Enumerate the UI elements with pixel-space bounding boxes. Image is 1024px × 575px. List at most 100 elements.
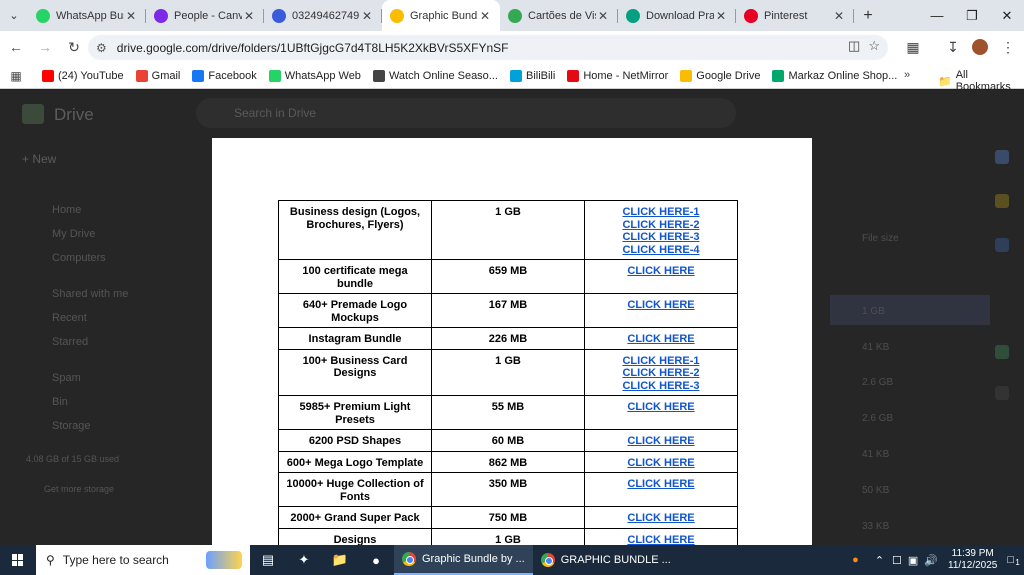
chevron-up-icon[interactable]: ⌃ [875, 554, 884, 567]
url-text[interactable]: drive.google.com/drive/folders/1UBftGjgc… [117, 41, 509, 55]
close-tab-icon[interactable]: ✕ [832, 9, 846, 23]
weather-icon[interactable]: ● [852, 554, 859, 566]
get-storage-button[interactable]: Get more storage [44, 484, 114, 494]
bundle-links: CLICK HERE [584, 527, 738, 546]
tasks-icon[interactable] [995, 238, 1009, 252]
download-link[interactable]: CLICK HERE-2 [589, 219, 733, 232]
back-icon[interactable]: ← [3, 34, 29, 60]
new-tab-button[interactable]: + [854, 0, 882, 31]
nav-home[interactable]: Home [52, 204, 81, 216]
tab[interactable]: Pinterest ✕ [736, 0, 854, 31]
notifications-icon[interactable]: □ 1 [1007, 554, 1019, 567]
bookmark-item[interactable]: Facebook [192, 69, 257, 82]
downloads-icon[interactable]: ↧ [940, 34, 966, 60]
meet-now-icon[interactable]: ☐ [892, 554, 902, 567]
clock[interactable]: 11:39 PM 11/12/2025 [948, 548, 997, 572]
tab[interactable]: 03249462749 - I✕ [264, 0, 382, 31]
reload-icon[interactable]: ↻ [61, 34, 87, 60]
close-window-button[interactable]: ✕ [990, 0, 1024, 31]
download-link[interactable]: CLICK HERE-4 [589, 244, 733, 257]
tab[interactable]: WhatsApp Busin✕ [28, 0, 146, 31]
download-link[interactable]: CLICK HERE [589, 299, 733, 312]
file-size: 50 KB [862, 485, 890, 496]
meet-icon[interactable] [995, 345, 1009, 359]
tab-search-icon[interactable]: ⌄ [0, 0, 28, 31]
task-view-icon[interactable]: ▤ [250, 545, 286, 575]
bookmark-item[interactable]: Gmail [135, 69, 180, 82]
bookmark-item[interactable]: Watch Online Seaso... [372, 69, 498, 82]
download-link[interactable]: CLICK HERE [589, 457, 733, 470]
nav-bin[interactable]: Bin [52, 396, 68, 408]
table-row: 600+ Mega Logo Template 862 MB CLICK HERE [278, 450, 738, 473]
download-link[interactable]: CLICK HERE [589, 478, 733, 491]
start-button[interactable] [0, 545, 36, 575]
nav-my-drive[interactable]: My Drive [52, 228, 95, 240]
download-link[interactable]: CLICK HERE-1 [589, 355, 733, 368]
bundle-size: 1 GB [431, 348, 585, 396]
address-bar[interactable]: ⚙ drive.google.com/drive/folders/1UBftGj… [88, 35, 888, 60]
forward-icon[interactable]: → [32, 34, 58, 60]
profile-avatar[interactable] [967, 34, 993, 60]
bundle-name: 640+ Premade Logo Mockups [278, 293, 432, 328]
menu-icon[interactable]: ⋮ [995, 34, 1021, 60]
download-link[interactable]: CLICK HERE [589, 512, 733, 525]
taskbar-app[interactable]: GRAPHIC BUNDLE ... [533, 545, 679, 575]
nav-starred[interactable]: Starred [52, 336, 88, 348]
firefox-icon[interactable]: ● [358, 545, 394, 575]
nav-spam[interactable]: Spam [52, 372, 81, 384]
close-tab-icon[interactable]: ✕ [714, 9, 728, 23]
drive-search-input[interactable]: Search in Drive [196, 98, 736, 128]
nav-computers[interactable]: Computers [52, 252, 106, 264]
calendar-icon[interactable] [995, 150, 1009, 164]
keep-icon[interactable] [995, 194, 1009, 208]
nav-shared[interactable]: Shared with me [52, 288, 128, 300]
taskbar-app[interactable]: Graphic Bundle by ... [394, 545, 533, 575]
bookmark-icon [268, 69, 281, 82]
volume-icon[interactable]: 🔊 [924, 554, 938, 567]
nav-storage[interactable]: Storage [52, 420, 91, 432]
bookmark-item[interactable]: BiliBili [509, 69, 555, 82]
extensions-icon[interactable]: ▦ [900, 34, 926, 60]
site-info-icon[interactable]: ⚙ [96, 41, 107, 55]
download-link[interactable]: CLICK HERE [589, 401, 733, 414]
add-app-icon[interactable] [995, 386, 1009, 400]
close-tab-icon[interactable]: ✕ [478, 9, 492, 23]
tab[interactable]: Graphic Bundle✕ [382, 0, 500, 31]
bookmark-item[interactable]: Home - NetMirror [567, 69, 668, 82]
close-tab-icon[interactable]: ✕ [360, 9, 374, 23]
bookmark-item[interactable]: Markaz Online Shop... [772, 69, 897, 82]
selected-row [830, 295, 990, 325]
download-link[interactable]: CLICK HERE-1 [589, 206, 733, 219]
tab[interactable]: People - Canva✕ [146, 0, 264, 31]
more-bookmarks-icon[interactable]: » [904, 69, 910, 81]
bundle-links: CLICK HERE-1 CLICK HERE-2 CLICK HERE-3 CLIC… [584, 200, 738, 260]
close-tab-icon[interactable]: ✕ [596, 9, 610, 23]
taskbar-search[interactable]: ⚲ Type here to search [36, 545, 250, 575]
apps-grid-icon[interactable]: ▦ [4, 69, 28, 83]
download-link[interactable]: CLICK HERE [589, 265, 733, 278]
new-button[interactable]: + New [22, 152, 56, 166]
tab-title: Cartões de Visit [528, 9, 596, 22]
close-tab-icon[interactable]: ✕ [242, 9, 256, 23]
minimize-button[interactable]: — [920, 0, 954, 31]
close-tab-icon[interactable]: ✕ [124, 9, 138, 23]
file-explorer-icon[interactable]: 📁 [322, 545, 358, 575]
restore-button[interactable]: ❐ [955, 0, 989, 31]
network-icon[interactable]: ▣ [908, 554, 918, 567]
download-link[interactable]: CLICK HERE-2 [589, 367, 733, 380]
download-link[interactable]: CLICK HERE-3 [589, 231, 733, 244]
bookmark-item[interactable]: Google Drive [680, 69, 760, 82]
nav-recent[interactable]: Recent [52, 312, 87, 324]
bookmark-item[interactable]: (24) YouTube [42, 69, 124, 82]
bundle-size: 55 MB [431, 395, 585, 430]
tab[interactable]: Cartões de Visit✕ [500, 0, 618, 31]
download-link[interactable]: CLICK HERE [589, 333, 733, 346]
tab[interactable]: Download Praye✕ [618, 0, 736, 31]
bookmark-star-icon[interactable]: ☆ [868, 38, 880, 54]
install-app-icon[interactable]: ◫ [848, 38, 860, 54]
download-link[interactable]: CLICK HERE [589, 534, 733, 546]
copilot-icon[interactable]: ✦ [286, 545, 322, 575]
download-link[interactable]: CLICK HERE [589, 435, 733, 448]
download-link[interactable]: CLICK HERE-3 [589, 380, 733, 393]
bookmark-item[interactable]: WhatsApp Web [268, 69, 361, 82]
